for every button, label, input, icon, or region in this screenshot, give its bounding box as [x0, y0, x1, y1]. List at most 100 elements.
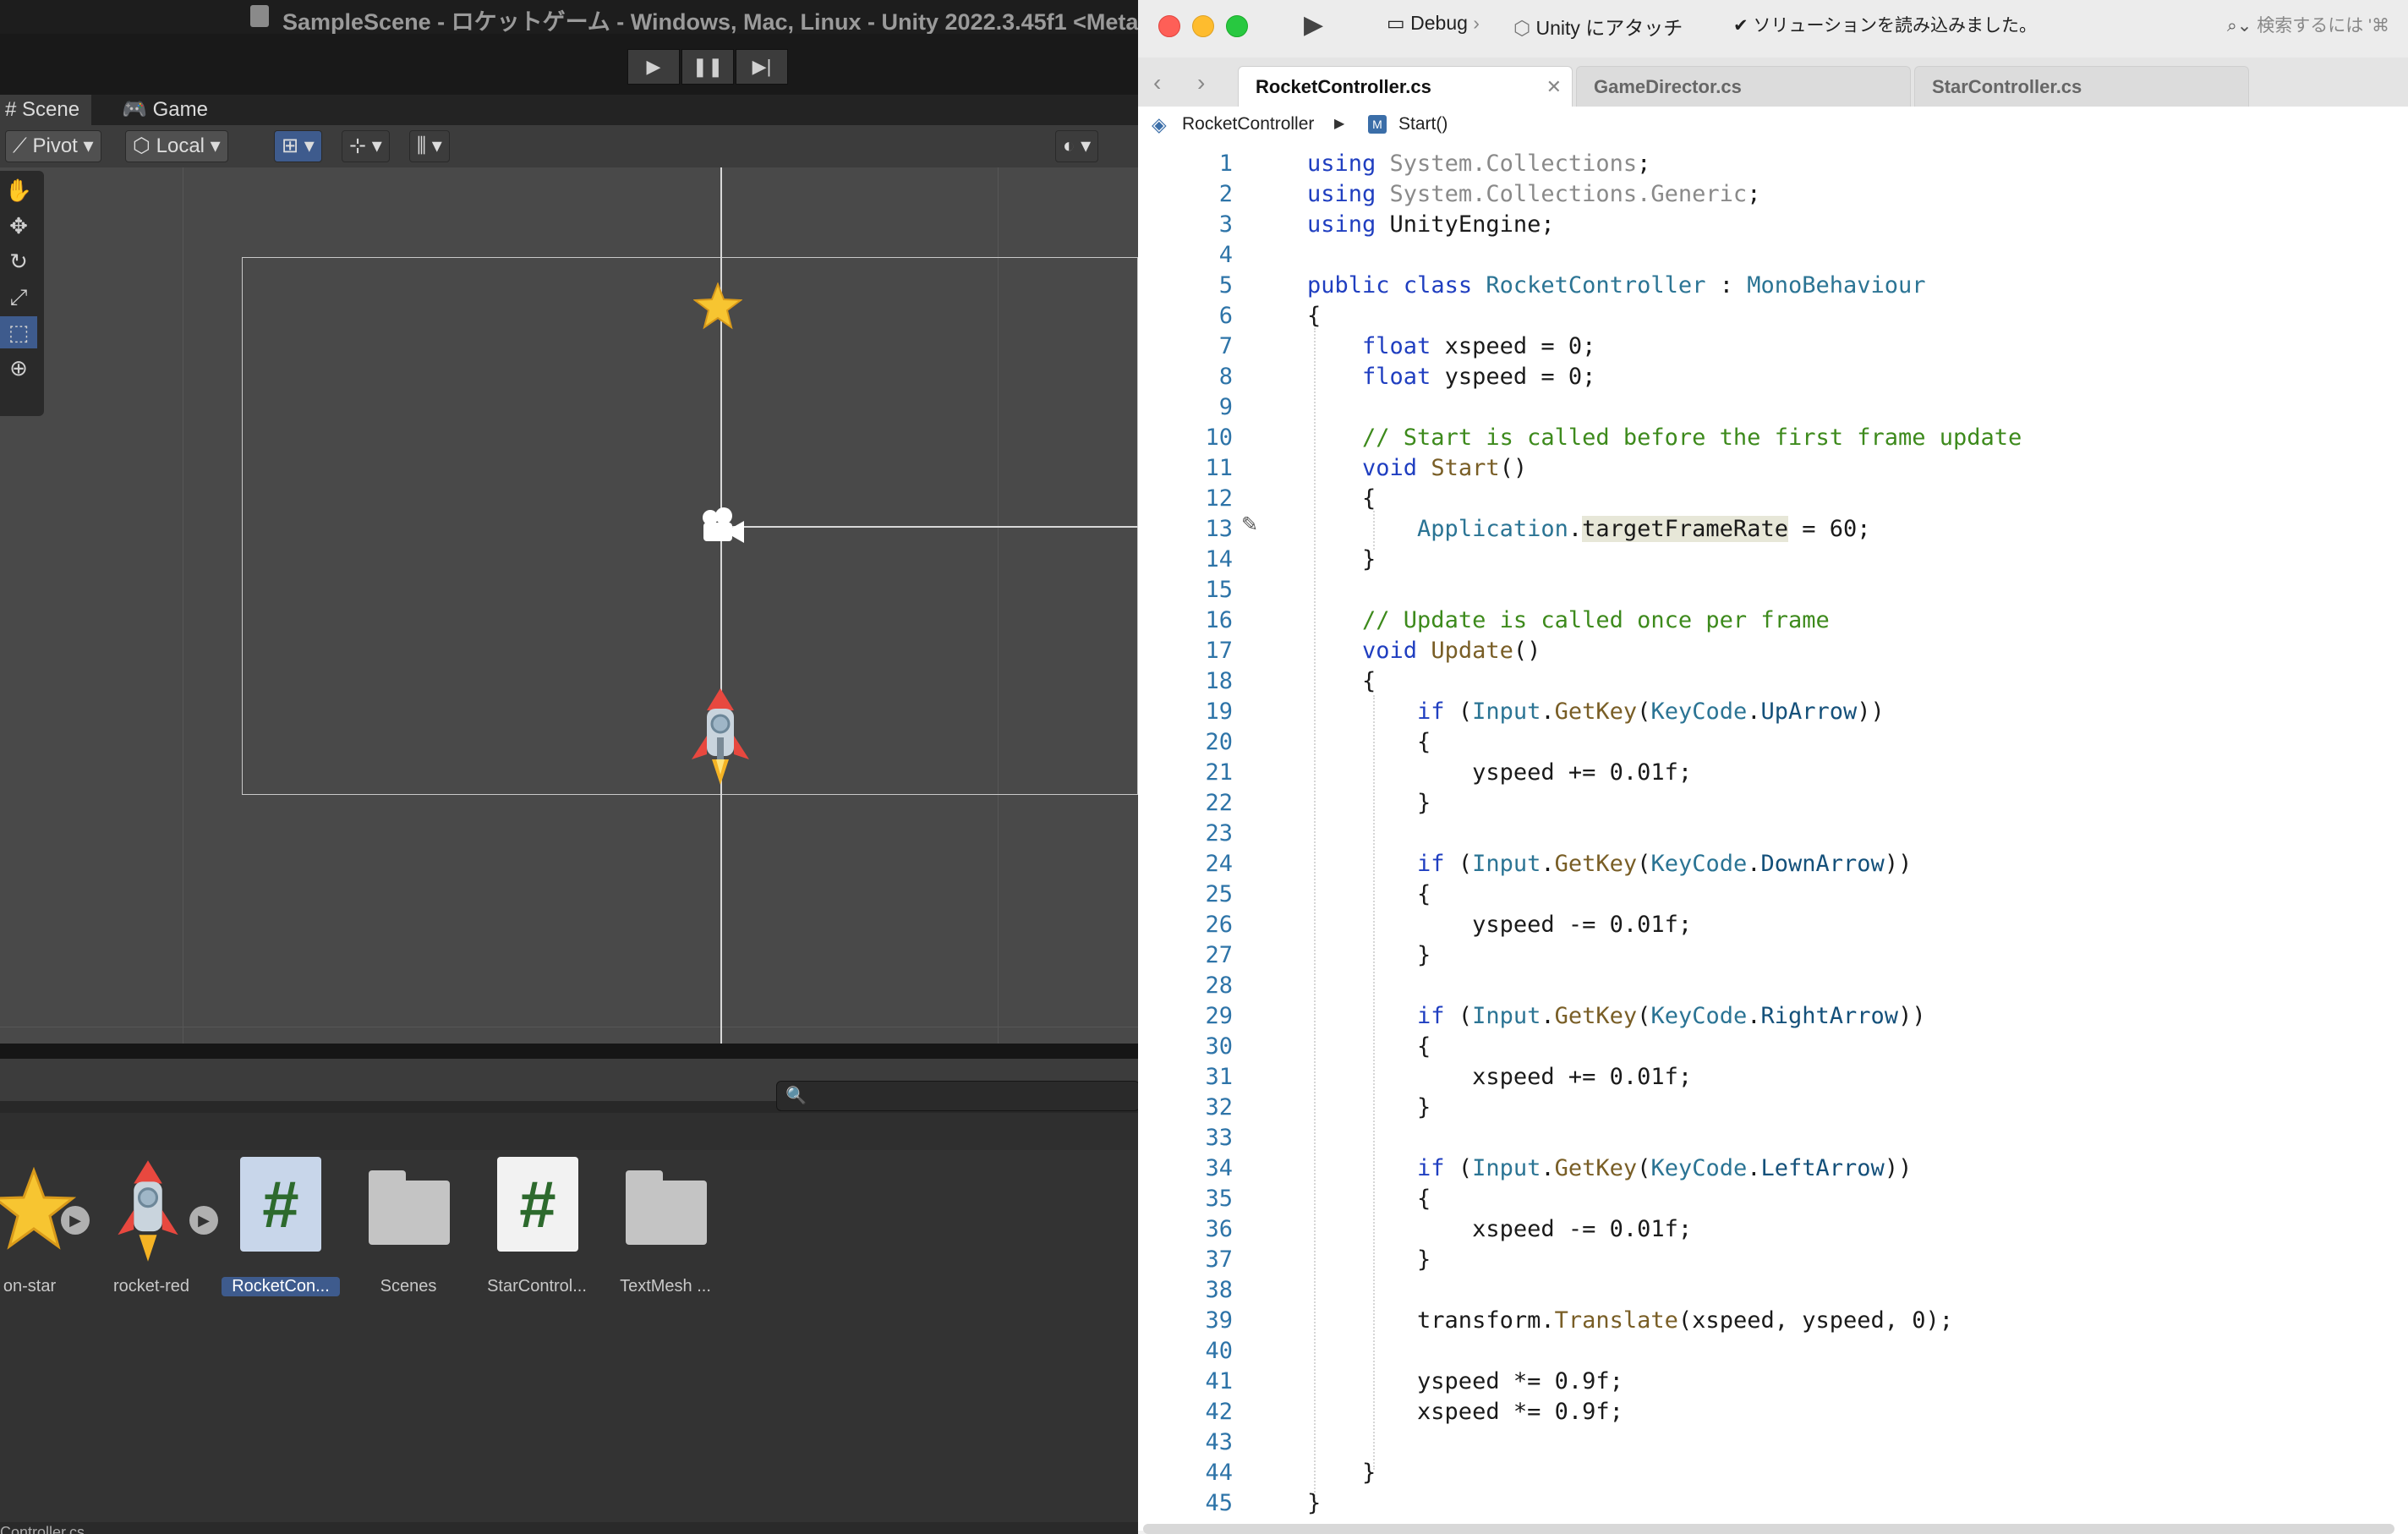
code-line[interactable]: float yspeed = 0; — [1307, 362, 1595, 392]
code-line[interactable]: void Update() — [1307, 636, 1541, 666]
rect-tool-icon[interactable]: ⬚ — [0, 316, 37, 348]
attach-target-selector[interactable]: ⬡ Unity にアタッチ — [1513, 12, 1683, 41]
line-number[interactable]: 1 — [1172, 149, 1233, 179]
zoom-window-button[interactable] — [1226, 15, 1248, 37]
move-tool-icon[interactable]: ✥ — [0, 210, 37, 242]
line-number[interactable]: 7 — [1172, 331, 1233, 362]
code-line[interactable]: // Start is called before the first fram… — [1307, 423, 2022, 453]
code-line[interactable]: { — [1307, 1184, 1431, 1214]
line-number[interactable]: 8 — [1172, 362, 1233, 392]
code-line[interactable]: if (Input.GetKey(KeyCode.UpArrow)) — [1307, 697, 1885, 727]
code-line[interactable]: } — [1307, 1458, 1376, 1488]
rocket-sprite[interactable] — [687, 685, 754, 790]
star-sprite[interactable] — [693, 282, 742, 330]
line-number[interactable]: 37 — [1172, 1245, 1233, 1275]
search-field[interactable]: ⌕⌄ 検索するには '⌘ — [2227, 12, 2389, 37]
line-number[interactable]: 32 — [1172, 1093, 1233, 1123]
line-number[interactable]: 36 — [1172, 1214, 1233, 1245]
line-number[interactable]: 12 — [1172, 484, 1233, 514]
code-line[interactable]: if (Input.GetKey(KeyCode.RightArrow)) — [1307, 1001, 1926, 1032]
tab-gamedirector[interactable]: GameDirector.cs — [1576, 66, 1911, 107]
transform-tool-icon[interactable]: ⊕ — [0, 352, 37, 384]
pause-button[interactable]: ❚❚ — [681, 49, 734, 85]
back-arrow-icon[interactable]: ‹ — [1153, 69, 1161, 96]
code-line[interactable]: } — [1307, 1245, 1431, 1275]
asset-scenes-folder[interactable]: Scenes — [345, 1157, 472, 1301]
camera-icon[interactable] — [698, 506, 746, 546]
line-number[interactable]: 40 — [1172, 1336, 1233, 1367]
line-number[interactable]: 5 — [1172, 271, 1233, 301]
code-line[interactable]: if (Input.GetKey(KeyCode.LeftArrow)) — [1307, 1153, 1912, 1184]
line-number[interactable]: 13 — [1172, 514, 1233, 545]
code-line[interactable]: if (Input.GetKey(KeyCode.DownArrow)) — [1307, 849, 1912, 879]
run-button[interactable]: ▶ — [1304, 10, 1323, 40]
code-line[interactable]: { — [1307, 301, 1321, 331]
snap-increment-button[interactable]: ⊹ ▾ — [342, 130, 390, 162]
line-number[interactable]: 19 — [1172, 697, 1233, 727]
local-dropdown[interactable]: ⬡ Local ▾ — [125, 130, 228, 162]
code-line[interactable]: { — [1307, 666, 1376, 697]
code-line[interactable]: yspeed += 0.01f; — [1307, 758, 1692, 788]
line-number[interactable]: 27 — [1172, 940, 1233, 971]
line-number[interactable]: 31 — [1172, 1062, 1233, 1093]
line-number[interactable]: 14 — [1172, 545, 1233, 575]
horizontal-scrollbar[interactable] — [1143, 1524, 2394, 1534]
line-number[interactable]: 22 — [1172, 788, 1233, 819]
panel-divider[interactable] — [0, 1044, 1138, 1059]
close-tab-icon[interactable]: ✕ — [1546, 67, 1562, 107]
asset-rocketcontroller-script[interactable]: # RocketCon... — [216, 1157, 343, 1301]
code-line[interactable]: } — [1307, 545, 1376, 575]
line-number[interactable]: 43 — [1172, 1427, 1233, 1458]
line-number[interactable]: 18 — [1172, 666, 1233, 697]
code-line[interactable]: xspeed -= 0.01f; — [1307, 1214, 1692, 1245]
minimize-window-button[interactable] — [1192, 15, 1214, 37]
hand-tool-icon[interactable]: ✋ — [0, 174, 37, 206]
code-line[interactable]: } — [1307, 940, 1431, 971]
line-number[interactable]: 28 — [1172, 971, 1233, 1001]
tab-scene[interactable]: # Scene — [0, 95, 92, 125]
line-number[interactable]: 6 — [1172, 301, 1233, 331]
line-number[interactable]: 11 — [1172, 453, 1233, 484]
code-line[interactable]: } — [1307, 788, 1431, 819]
asset-rocket-red[interactable]: ▶ rocket-red — [88, 1157, 218, 1301]
code-line[interactable]: public class RocketController : MonoBeha… — [1307, 271, 1926, 301]
line-number[interactable]: 44 — [1172, 1458, 1233, 1488]
project-search-input[interactable]: 🔍 — [776, 1081, 1138, 1111]
shading-dropdown[interactable]: ◐ ▾ — [1055, 130, 1099, 162]
line-number[interactable]: 10 — [1172, 423, 1233, 453]
line-number[interactable]: 26 — [1172, 910, 1233, 940]
line-number[interactable]: 3 — [1172, 210, 1233, 240]
code-line[interactable]: yspeed *= 0.9f; — [1307, 1367, 1623, 1397]
breadcrumb-method[interactable]: Start() — [1398, 114, 1448, 134]
code-line[interactable]: { — [1307, 484, 1376, 514]
line-number[interactable]: 9 — [1172, 392, 1233, 423]
line-number[interactable]: 35 — [1172, 1184, 1233, 1214]
code-line[interactable]: using System.Collections; — [1307, 149, 1650, 179]
line-number[interactable]: 2 — [1172, 179, 1233, 210]
line-number[interactable]: 34 — [1172, 1153, 1233, 1184]
code-line[interactable]: float xspeed = 0; — [1307, 331, 1595, 362]
forward-arrow-icon[interactable]: › — [1197, 69, 1205, 96]
tab-starcontroller[interactable]: StarController.cs — [1914, 66, 2249, 107]
step-button[interactable]: ▶| — [736, 49, 788, 85]
line-number[interactable]: 23 — [1172, 819, 1233, 849]
ruler-button[interactable]: ⫼ ▾ — [409, 130, 450, 162]
code-line[interactable]: using UnityEngine; — [1307, 210, 1555, 240]
expand-arrow-icon[interactable]: ▶ — [189, 1206, 218, 1235]
code-line[interactable]: // Update is called once per frame — [1307, 605, 1830, 636]
code-line[interactable]: } — [1307, 1093, 1431, 1123]
line-number[interactable]: 15 — [1172, 575, 1233, 605]
play-button[interactable]: ▶ — [627, 49, 680, 85]
close-window-button[interactable] — [1158, 15, 1180, 37]
code-line[interactable]: void Start() — [1307, 453, 1527, 484]
scale-tool-icon[interactable]: ⤢ — [0, 281, 37, 313]
asset-textmesh-folder[interactable]: TextMesh ... — [602, 1157, 729, 1301]
line-number[interactable]: 24 — [1172, 849, 1233, 879]
code-line[interactable]: xspeed += 0.01f; — [1307, 1062, 1692, 1093]
line-number[interactable]: 41 — [1172, 1367, 1233, 1397]
code-line[interactable]: { — [1307, 1032, 1431, 1062]
configuration-selector[interactable]: ▭ Debug › — [1387, 12, 1480, 35]
line-number[interactable]: 21 — [1172, 758, 1233, 788]
code-line[interactable]: { — [1307, 879, 1431, 910]
grid-snap-button[interactable]: ⊞ ▾ — [274, 130, 322, 162]
